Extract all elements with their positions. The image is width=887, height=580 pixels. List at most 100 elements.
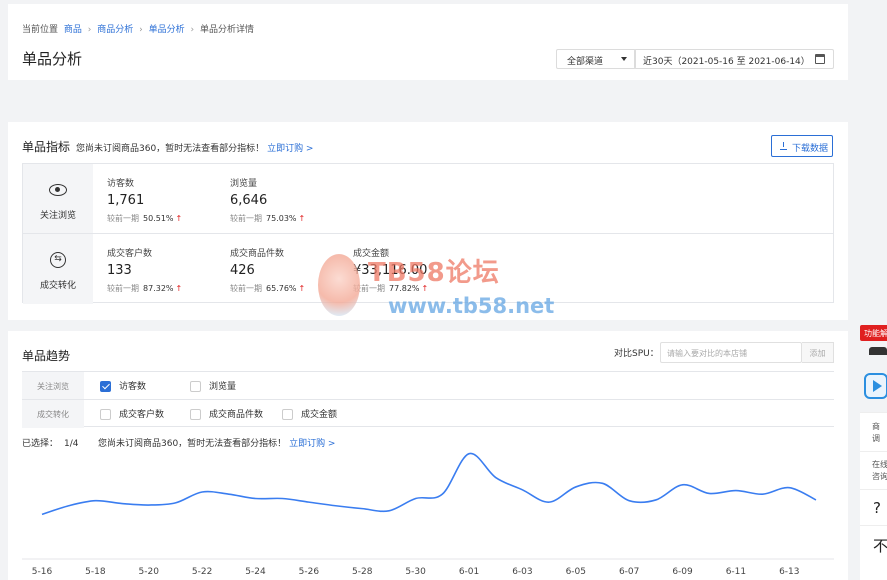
breadcrumb-prefix: 当前位置: [22, 25, 59, 35]
filter-group-label: 成交转化: [22, 400, 84, 428]
breadcrumb-item-single-analysis[interactable]: 单品分析: [149, 25, 185, 35]
breadcrumb-item-product-analysis[interactable]: 商品分析: [97, 25, 133, 35]
metrics-row-browse: 关注浏览 访客数 1,761 较前一期 50.51% ↑ 浏览量 6,646 较前一…: [23, 164, 833, 234]
filter-row-conversion: 成交转化 成交客户数 成交商品件数 成交金额: [22, 400, 834, 428]
breadcrumb-item-product[interactable]: 商品: [64, 25, 82, 35]
metric-value: 6,646: [230, 193, 268, 208]
checkbox-pageviews[interactable]: 浏览量: [190, 379, 236, 392]
header-card: 当前位置 商品 › 商品分析 › 单品分析 › 单品分析详情 单品分析 全部渠道…: [8, 4, 848, 80]
metric-compare: 较前一期 65.76% ↑: [230, 283, 305, 294]
help-icon[interactable]: ?: [873, 499, 881, 517]
checkbox-sales-amount[interactable]: 成交金额: [282, 407, 337, 420]
subscribe-link[interactable]: 立即订购 >: [267, 144, 313, 154]
feature-tag[interactable]: 功能解: [860, 325, 887, 341]
metrics-group-label: 关注浏览: [39, 211, 76, 221]
trend-notice: 您尚未订阅商品360，暂时无法查看部分指标！ 立即订购 >: [98, 436, 335, 449]
metric-pageviews: 浏览量 6,646 较前一期 75.03% ↑: [230, 176, 305, 224]
filter-group-label: 关注浏览: [22, 372, 84, 399]
metric-name: 成交客户数: [107, 249, 153, 259]
metrics-group-browse: 关注浏览: [23, 164, 93, 233]
x-tick-label: 5-28: [352, 567, 373, 577]
x-tick-label: 5-18: [85, 567, 106, 577]
x-tick-label: 6-13: [779, 567, 799, 577]
x-tick-label: 6-05: [566, 567, 586, 577]
trend-line-chart: 5-16 5-18 5-20 5-22 5-24 5-26 5-28 5-30 6-01 6-03…: [22, 452, 834, 577]
eye-icon: [49, 184, 67, 196]
indicators-notice: 您尚未订阅商品360，暂时无法查看部分指标！ 立即订购 >: [76, 141, 313, 154]
metric-change: 77.82%: [389, 284, 420, 293]
filter-row-browse: 关注浏览 访客数 浏览量: [22, 372, 834, 400]
selected-count: 已选择： 1/4: [22, 436, 79, 449]
metrics-table: 关注浏览 访客数 1,761 较前一期 50.51% ↑ 浏览量 6,646 较前一…: [22, 163, 834, 304]
side-more-button[interactable]: 不: [873, 535, 887, 556]
metric-change: 65.76%: [266, 284, 297, 293]
date-range-picker[interactable]: 近30天（2021-05-16 至 2021-06-14）: [634, 49, 834, 69]
side-item-1[interactable]: 商 调: [872, 421, 880, 445]
compare-label: 较前一期: [107, 214, 139, 223]
breadcrumb-current: 单品分析详情: [200, 25, 255, 35]
checkbox-items-sold[interactable]: 成交商品件数: [190, 407, 263, 420]
checkbox-unchecked-icon: [282, 409, 293, 420]
compare-label: 较前一期: [107, 284, 139, 293]
selected-label: 已选择：: [22, 439, 59, 449]
metric-compare: 较前一期 50.51% ↑: [107, 213, 182, 224]
channel-select[interactable]: 全部渠道: [556, 49, 636, 69]
checkbox-visitors[interactable]: 访客数: [100, 379, 146, 392]
divider: [860, 451, 887, 452]
metric-value: 1,761: [107, 193, 145, 208]
play-video-icon[interactable]: [864, 373, 887, 399]
x-tick-label: 5-20: [139, 567, 160, 577]
channel-select-value: 全部渠道: [567, 57, 604, 67]
checkbox-label: 访客数: [119, 382, 147, 392]
metric-change: 50.51%: [143, 214, 174, 223]
x-tick-label: 6-01: [459, 567, 479, 577]
arrow-up-icon: ↑: [175, 284, 183, 293]
indicators-notice-text: 您尚未订阅商品360，暂时无法查看部分指标！: [76, 144, 265, 154]
trend-subscribe-link[interactable]: 立即订购 >: [289, 439, 335, 449]
side-item-1-line1: 商: [872, 422, 880, 431]
x-tick-label: 5-26: [299, 567, 320, 577]
indicators-card: 单品指标 您尚未订阅商品360，暂时无法查看部分指标！ 立即订购 > 下载数据 …: [8, 122, 848, 320]
x-tick-label: 6-09: [672, 567, 693, 577]
metric-items-sold: 成交商品件数 426 较前一期 65.76% ↑: [230, 246, 305, 294]
trend-series-line: [41, 452, 817, 516]
download-data-button[interactable]: 下载数据: [771, 135, 833, 157]
download-icon: [780, 142, 787, 150]
divider: [860, 525, 887, 526]
divider: [860, 489, 887, 490]
x-tick-label: 6-11: [726, 567, 746, 577]
date-range-value: 近30天（2021-05-16 至 2021-06-14）: [643, 57, 810, 67]
compare-label: 较前一期: [230, 214, 262, 223]
compare-label: 较前一期: [230, 284, 262, 293]
compare-label: 较前一期: [353, 284, 385, 293]
caret-down-icon: [621, 57, 627, 61]
metrics-group-conversion: ⇆ 成交转化: [23, 234, 93, 304]
side-item-1-line2: 调: [872, 434, 880, 443]
checkbox-checked-icon: [100, 381, 111, 392]
compare-spu-label: 对比SPU：: [614, 349, 659, 359]
checkbox-unchecked-icon: [100, 409, 111, 420]
checkbox-label: 成交金额: [301, 410, 338, 420]
compare-spu-input[interactable]: 请输入要对比的本店铺: [660, 342, 802, 363]
arrow-up-icon: ↑: [175, 214, 183, 223]
trend-title: 单品趋势: [22, 349, 71, 363]
x-tick-label: 6-07: [619, 567, 639, 577]
online-consult-button[interactable]: 在线 咨询: [872, 459, 887, 483]
metric-name: 浏览量: [230, 179, 258, 189]
robot-icon[interactable]: [866, 345, 887, 357]
online-consult-line2: 咨询: [872, 472, 887, 481]
metrics-row-conversion: ⇆ 成交转化 成交客户数 133 较前一期 87.32% ↑ 成交商品件数 426 …: [23, 234, 833, 304]
metric-value: ¥33,116.00: [353, 263, 428, 278]
metric-sales-amount: 成交金额 ¥33,116.00 较前一期 77.82% ↑: [353, 246, 428, 294]
metric-value: 426: [230, 263, 255, 278]
checkbox-label: 成交客户数: [119, 410, 165, 420]
checkbox-buyers[interactable]: 成交客户数: [100, 407, 164, 420]
right-float-panel: 功能解 商 调 在线 咨询 ? 不: [860, 325, 887, 580]
side-service-panel: 商 调 在线 咨询 ? 不: [860, 412, 887, 580]
metric-compare: 较前一期 75.03% ↑: [230, 213, 305, 224]
metric-filter-table: 关注浏览 访客数 浏览量 成交转化 成交客户数 成交商品件数 成交金额: [22, 371, 834, 428]
add-compare-button[interactable]: 添加: [802, 342, 834, 363]
metric-name: 访客数: [107, 179, 135, 189]
arrow-up-icon: ↑: [298, 284, 306, 293]
metric-visitors: 访客数 1,761 较前一期 50.51% ↑: [107, 176, 182, 224]
